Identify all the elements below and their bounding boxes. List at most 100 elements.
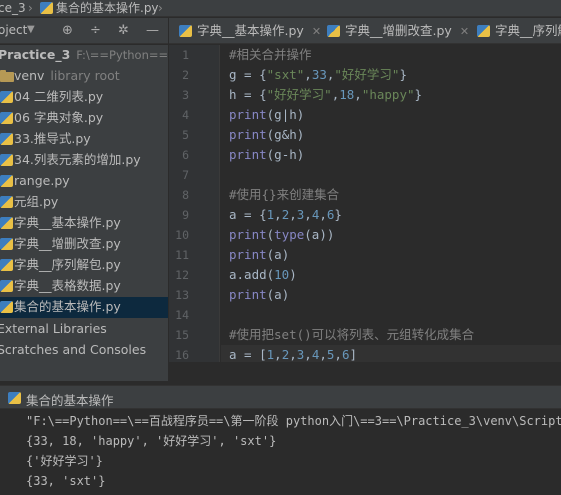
line-number: 7 (182, 168, 189, 182)
tree-item-label: 34.列表元素的增加.py (14, 152, 141, 167)
tree-item-label: 字典__序列解包.py (14, 257, 121, 272)
python-file-icon (0, 112, 13, 124)
project-tree: Practice_3 F:\==Python==\== venv library r… (0, 45, 168, 381)
tree-item-file[interactable]: 字典__基本操作.py (0, 213, 168, 234)
python-file-icon (0, 280, 13, 292)
project-view-label[interactable]: oject (0, 23, 27, 37)
python-file-icon (0, 217, 13, 229)
tree-item-file[interactable]: 字典__序列解包.py (0, 255, 168, 276)
settings-icon[interactable]: ✲ (118, 23, 129, 38)
breadcrumb-separator-icon: › (158, 1, 163, 15)
tree-item-file[interactable]: 33.推导式.py (0, 129, 168, 150)
line-number: 1 (182, 48, 189, 62)
tree-root-path: F:\==Python==\== (76, 48, 168, 62)
python-file-icon (0, 238, 13, 250)
tree-item-file[interactable]: 字典__增删改查.py (0, 234, 168, 255)
line-number: 5 (182, 128, 189, 142)
line-number: 9 (182, 208, 189, 222)
python-file-icon (327, 25, 340, 37)
tree-item-label: 集合的基本操作.py (14, 299, 121, 314)
code-line-current: a = [1,2,3,4,5,6] (229, 347, 358, 362)
run-config-tab[interactable]: 集合的基本操作 (26, 390, 114, 409)
tree-item-venv[interactable]: venv library root (0, 66, 168, 87)
chevron-down-icon[interactable]: ▼ (27, 24, 35, 35)
tree-item-label: 06 字典对象.py (14, 110, 104, 125)
code-line: a.add(10) (229, 267, 297, 282)
breadcrumb-separator-icon: › (28, 1, 33, 15)
line-number: 13 (175, 288, 189, 302)
tree-item-file[interactable]: 06 字典对象.py (0, 108, 168, 129)
tree-item-file[interactable]: 04 二维列表.py (0, 87, 168, 108)
code-editor[interactable]: 1 2 3 4 5 6 7 8 9 10 11 12 13 14 15 16 #… (169, 45, 561, 362)
console-line: {33, 'sxt'} (26, 474, 106, 488)
editor-tab[interactable]: 字典__基本操作.py ✕ (179, 18, 329, 43)
python-file-icon (0, 133, 13, 145)
editor-tab[interactable]: 字典__序列解 (477, 18, 561, 43)
line-number: 2 (182, 68, 189, 82)
navigation-bar: ce_3 › 集合的基本操作.py › (0, 0, 561, 17)
tree-item-file[interactable]: 34.列表元素的增加.py (0, 150, 168, 171)
close-icon[interactable]: ✕ (312, 25, 321, 38)
tree-item-file-selected[interactable]: 集合的基本操作.py (0, 297, 168, 318)
python-file-icon (40, 2, 53, 14)
python-file-icon (179, 25, 192, 37)
code-line: print(g-h) (229, 147, 305, 162)
code-line: #使用把set()可以将列表、元组转化成集合 (229, 327, 475, 342)
split-icon[interactable]: ÷ (90, 23, 101, 38)
code-line: print(g&h) (229, 127, 305, 142)
line-number: 6 (182, 148, 189, 162)
tree-item-label: 元组.py (14, 194, 59, 209)
code-line: print(g|h) (229, 107, 305, 122)
line-number: 4 (182, 108, 189, 122)
code-line: #使用{}来创建集合 (229, 187, 340, 202)
tree-item-label: External Libraries (0, 321, 107, 336)
run-console[interactable]: "F:\==Python==\==百战程序员==\第一阶段 python入门\=… (0, 409, 561, 495)
python-run-icon (8, 392, 21, 404)
tree-root-label: Practice_3 (0, 47, 71, 62)
console-line: "F:\==Python==\==百战程序员==\第一阶段 python入门\=… (26, 414, 561, 428)
tree-item-file[interactable]: 字典__表格数据.py (0, 276, 168, 297)
tree-root-project[interactable]: Practice_3 F:\==Python==\== (0, 45, 168, 66)
python-file-icon (0, 196, 13, 208)
breadcrumb-project[interactable]: ce_3 (0, 0, 26, 16)
tree-item-external-libraries[interactable]: External Libraries (0, 319, 168, 340)
tree-item-label: 04 二维列表.py (14, 89, 104, 104)
console-line: {'好好学习'} (26, 454, 103, 468)
python-file-icon (0, 301, 13, 313)
python-file-icon (0, 154, 13, 166)
tree-item-label: 字典__表格数据.py (14, 278, 121, 293)
tree-item-label: 字典__基本操作.py (14, 215, 121, 230)
editor-tab[interactable]: 字典__增删改查.py ✕ (327, 18, 477, 43)
code-line: print(a) (229, 247, 290, 262)
line-number-gutter: 1 2 3 4 5 6 7 8 9 10 11 12 13 14 15 16 (169, 45, 220, 362)
editor-tab-bar: 字典__基本操作.py ✕ 字典__增删改查.py ✕ 字典__序列解 (169, 18, 561, 44)
line-number: 8 (182, 188, 189, 202)
line-number: 14 (175, 308, 189, 322)
tree-item-label: 字典__增删改查.py (14, 236, 121, 251)
library-root-label: library root (50, 68, 120, 83)
python-file-icon (477, 25, 490, 37)
line-number: 10 (175, 228, 189, 242)
tree-item-label: 33.推导式.py (14, 131, 91, 146)
code-line: print(type(a)) (229, 227, 335, 242)
project-panel-header: oject ▼ ⊕ ÷ ✲ — (0, 18, 168, 44)
target-icon[interactable]: ⊕ (62, 23, 73, 38)
folder-icon (0, 70, 14, 82)
tree-item-label: venv (14, 68, 45, 83)
code-line: print(a) (229, 287, 290, 302)
console-line: {33, 18, 'happy', '好好学习', 'sxt'} (26, 434, 277, 448)
close-icon[interactable]: ✕ (460, 25, 469, 38)
breadcrumb-file[interactable]: 集合的基本操作.py (56, 0, 159, 16)
line-number: 11 (175, 248, 189, 262)
tree-item-file[interactable]: range.py (0, 171, 168, 192)
tree-item-file[interactable]: 元组.py (0, 192, 168, 213)
code-line: g = {"sxt",33,"好好学习"} (229, 67, 407, 82)
line-number: 3 (182, 88, 189, 102)
tree-item-label: Scratches and Consoles (0, 342, 147, 357)
code-line: #相关合并操作 (229, 47, 312, 62)
run-panel-header: 集合的基本操作 (0, 385, 561, 409)
line-number: 15 (175, 328, 189, 342)
minimize-icon[interactable]: — (146, 23, 159, 38)
tree-item-scratches[interactable]: Scratches and Consoles (0, 340, 168, 361)
code-line: a = {1,2,3,4,6} (229, 207, 342, 222)
